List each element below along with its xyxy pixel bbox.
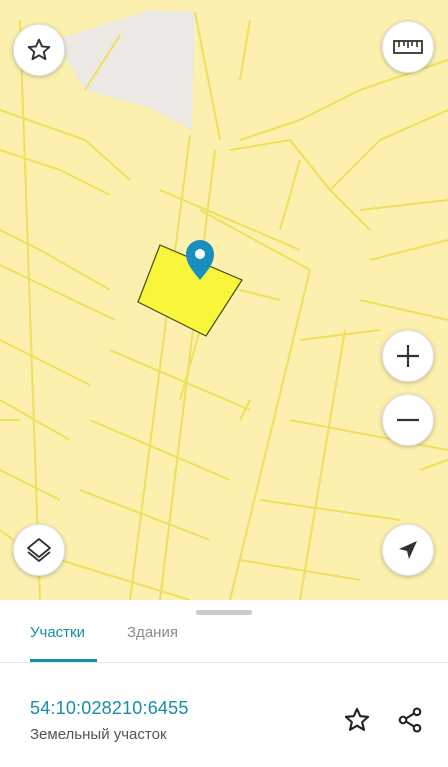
navigation-arrow-icon — [399, 541, 417, 559]
star-icon — [27, 38, 51, 61]
share-icon — [398, 707, 422, 733]
ruler-icon — [393, 40, 423, 54]
zoom-in-button[interactable] — [382, 330, 434, 382]
zoom-out-button[interactable] — [382, 394, 434, 446]
map-view[interactable] — [0, 0, 448, 600]
favorite-button[interactable] — [13, 24, 65, 76]
bottom-sheet: Участки Здания 54:10:028210:6455 Земельн… — [0, 600, 448, 767]
cadastral-number[interactable]: 54:10:028210:6455 — [30, 698, 189, 719]
sheet-drag-handle[interactable] — [196, 610, 252, 615]
building-area — [55, 10, 195, 130]
map-canvas[interactable] — [0, 0, 448, 600]
tabs-divider — [0, 662, 448, 663]
share-button[interactable] — [392, 702, 428, 738]
layers-icon — [27, 538, 51, 562]
star-outline-icon — [344, 707, 370, 731]
tab-buildings[interactable]: Здания — [127, 624, 178, 642]
plus-icon — [397, 345, 419, 367]
minus-icon — [397, 418, 419, 422]
tab-parcels[interactable]: Участки — [30, 624, 85, 642]
parcel-type-label: Земельный участок — [30, 726, 167, 743]
add-to-favorites-button[interactable] — [339, 702, 375, 738]
locate-button[interactable] — [382, 524, 434, 576]
layers-button[interactable] — [13, 524, 65, 576]
ruler-button[interactable] — [382, 21, 434, 73]
